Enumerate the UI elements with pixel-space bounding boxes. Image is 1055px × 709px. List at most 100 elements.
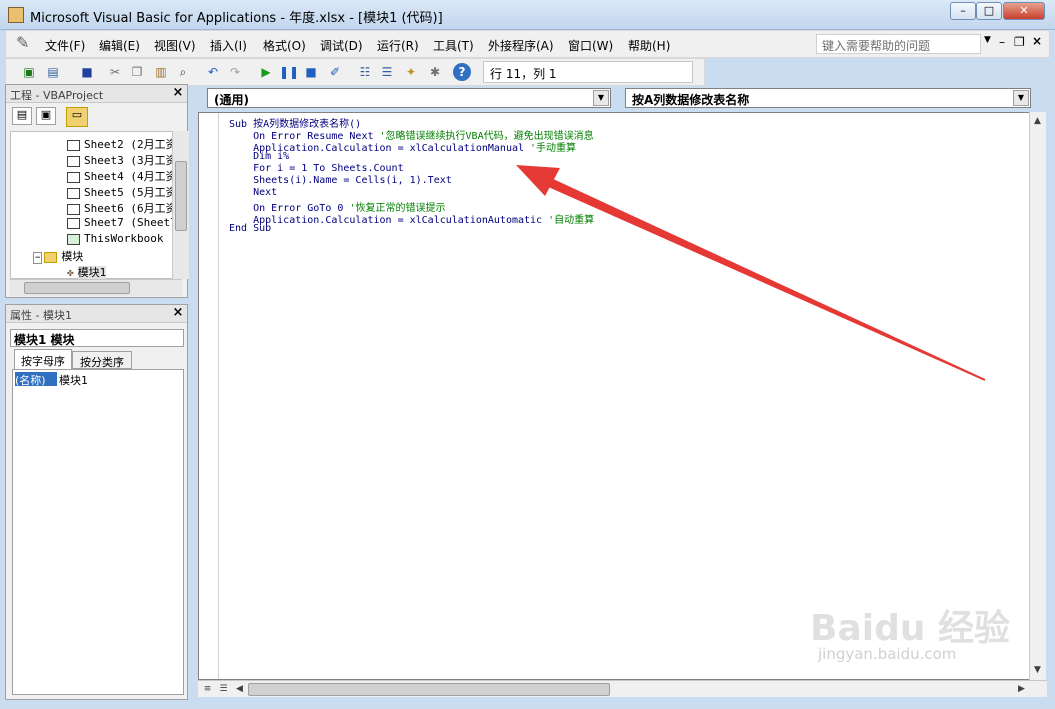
menu-view[interactable]: 视图(V) <box>154 37 196 54</box>
scroll-thumb[interactable] <box>248 683 610 696</box>
code-line[interactable]: Dim i% <box>229 151 289 162</box>
prop-value-cell[interactable]: 模块1 <box>59 372 88 388</box>
vba-menu-icon: ✎ <box>16 33 30 52</box>
copy-icon[interactable]: ❐ <box>128 63 146 81</box>
menu-insert[interactable]: 插入(I) <box>210 37 247 54</box>
view-object-icon[interactable]: ▣ <box>36 107 56 125</box>
tree-folder-label: 模块 <box>61 250 84 263</box>
code-vscroll[interactable]: ▲ ▼ <box>1029 112 1046 680</box>
mdi-minimize-button[interactable]: – <box>999 35 1005 49</box>
scroll-up-icon[interactable]: ▲ <box>1030 114 1045 129</box>
code-comment: '手动重算 <box>530 143 577 154</box>
object-dropdown[interactable]: (通用) ▼ <box>207 88 611 108</box>
procedure-view-icon[interactable]: ≡ <box>200 682 215 697</box>
reset-icon[interactable]: ■ <box>302 63 320 81</box>
menu-edit[interactable]: 编辑(E) <box>99 37 140 54</box>
project-explorer-icon[interactable]: ☷ <box>356 63 374 81</box>
tree-folder-modules[interactable]: − 模块 <box>33 248 83 264</box>
code-line[interactable]: Sheets(i).Name = Cells(i, 1).Text <box>229 175 452 186</box>
code-hscroll[interactable]: ≡ ☰ ◀ ▶ <box>198 680 1047 697</box>
save-icon[interactable]: ■ <box>78 63 96 81</box>
object-browser-icon[interactable]: ✦ <box>402 63 420 81</box>
menu-help[interactable]: 帮助(H) <box>628 37 670 54</box>
code-line[interactable]: Next <box>229 187 277 198</box>
minimize-button[interactable]: – <box>950 2 976 20</box>
menu-addins[interactable]: 外接程序(A) <box>488 37 554 54</box>
project-close-button[interactable]: × <box>171 86 185 100</box>
cut-icon[interactable]: ✂ <box>106 63 124 81</box>
paste-icon[interactable]: ▥ <box>152 63 170 81</box>
chevron-down-icon[interactable]: ▼ <box>1013 90 1029 106</box>
scroll-thumb[interactable] <box>24 282 130 294</box>
code-line[interactable]: End Sub <box>229 223 271 234</box>
tab-alphabetic[interactable]: 按字母序 <box>14 349 72 369</box>
tree-item-sheet2[interactable]: Sheet2 (2月工资 <box>67 136 177 152</box>
cursor-position: 行 11，列 1 <box>483 61 693 83</box>
toolbox-icon[interactable]: ✱ <box>426 63 444 81</box>
scroll-right-icon[interactable]: ▶ <box>1014 682 1029 697</box>
chevron-down-icon[interactable]: ▼ <box>593 90 609 106</box>
code-text: Next <box>229 187 278 198</box>
code-comment: '自动重算 <box>548 215 595 226</box>
code-text: Application.Calculation = xlCalculationA… <box>229 215 549 226</box>
pause-icon[interactable]: ❚❚ <box>279 63 299 81</box>
project-vscroll[interactable] <box>172 131 189 279</box>
tree-item-thisworkbook[interactable]: ThisWorkbook <box>67 232 163 245</box>
design-mode-icon[interactable]: ✐ <box>326 63 344 81</box>
tree-item-label: Sheet2 (2月工资 <box>84 138 177 151</box>
watermark-brand: Baidu 经验 <box>810 608 1011 649</box>
code-line[interactable]: Application.Calculation = xlCalculationA… <box>229 211 594 226</box>
maximize-button[interactable]: □ <box>976 2 1002 20</box>
tree-item-sheet5[interactable]: Sheet5 (5月工资 <box>67 184 177 200</box>
tree-item-label: 模块1 <box>77 266 107 279</box>
close-button[interactable]: ✕ <box>1003 2 1045 20</box>
help-dropdown-icon[interactable]: ▼ <box>984 35 991 45</box>
full-module-view-icon[interactable]: ☰ <box>216 682 231 697</box>
redo-icon[interactable]: ↷ <box>226 63 244 81</box>
menu-tools[interactable]: 工具(T) <box>433 37 474 54</box>
view-excel-icon[interactable]: ▣ <box>20 63 38 81</box>
window-title: Microsoft Visual Basic for Applications … <box>30 11 443 26</box>
find-icon[interactable]: ⌕ <box>174 63 192 81</box>
properties-window-icon[interactable]: ☰ <box>378 63 396 81</box>
run-icon[interactable]: ▶ <box>257 63 275 81</box>
tree-item-label: ThisWorkbook <box>84 232 164 245</box>
object-selector[interactable]: 模块1 模块 <box>10 329 184 347</box>
tree-item-sheet4[interactable]: Sheet4 (4月工资 <box>67 168 177 184</box>
tab-categorized[interactable]: 按分类序 <box>72 351 132 369</box>
code-text: Dim i% <box>229 151 290 162</box>
menu-file[interactable]: 文件(F) <box>45 37 85 54</box>
menu-format[interactable]: 格式(O) <box>263 37 306 54</box>
collapse-icon[interactable]: − <box>33 252 43 264</box>
worksheet-icon <box>67 217 80 229</box>
properties-close-button[interactable]: × <box>171 306 185 320</box>
tree-item-sheet7[interactable]: Sheet7 (Sheet7 <box>67 216 177 229</box>
code-text: Sheets(i).Name = Cells(i, 1).Text <box>229 175 452 186</box>
workbook-icon <box>67 233 80 245</box>
scroll-thumb[interactable] <box>175 161 187 231</box>
help-search-input[interactable]: 键入需要帮助的问题 <box>816 34 981 54</box>
undo-icon[interactable]: ↶ <box>204 63 222 81</box>
view-code-icon[interactable]: ▤ <box>12 107 32 125</box>
tree-item-sheet6[interactable]: Sheet6 (6月工资 <box>67 200 177 216</box>
menu-window[interactable]: 窗口(W) <box>568 37 613 54</box>
prop-name-cell[interactable]: (名称) <box>15 372 57 387</box>
tree-item-module1[interactable]: ✤ 模块1 <box>67 264 107 280</box>
margin-indicator-bar[interactable] <box>199 113 219 679</box>
scroll-down-icon[interactable]: ▼ <box>1030 663 1045 678</box>
tree-item-label: Sheet6 (6月工资 <box>84 202 177 215</box>
mdi-restore-button[interactable]: ❐ <box>1014 35 1025 49</box>
tree-item-sheet3[interactable]: Sheet3 (3月工资 <box>67 152 177 168</box>
insert-userform-icon[interactable]: ▤ <box>44 63 62 81</box>
project-hscroll[interactable] <box>10 279 182 296</box>
project-tree: Sheet2 (2月工资 Sheet3 (3月工资 Sheet4 (4月工资 S… <box>10 131 182 279</box>
scroll-left-icon[interactable]: ◀ <box>232 682 247 697</box>
menu-debug[interactable]: 调试(D) <box>320 37 363 54</box>
toggle-folders-icon[interactable]: ▭ <box>66 107 88 127</box>
menu-run[interactable]: 运行(R) <box>377 37 419 54</box>
procedure-dropdown[interactable]: 按A列数据修改表名称 ▼ <box>625 88 1031 108</box>
mdi-close-button[interactable]: × <box>1032 34 1042 48</box>
code-line[interactable]: For i = 1 To Sheets.Count <box>229 163 404 174</box>
vba-app-icon <box>8 7 24 23</box>
help-icon[interactable]: ? <box>453 63 471 81</box>
